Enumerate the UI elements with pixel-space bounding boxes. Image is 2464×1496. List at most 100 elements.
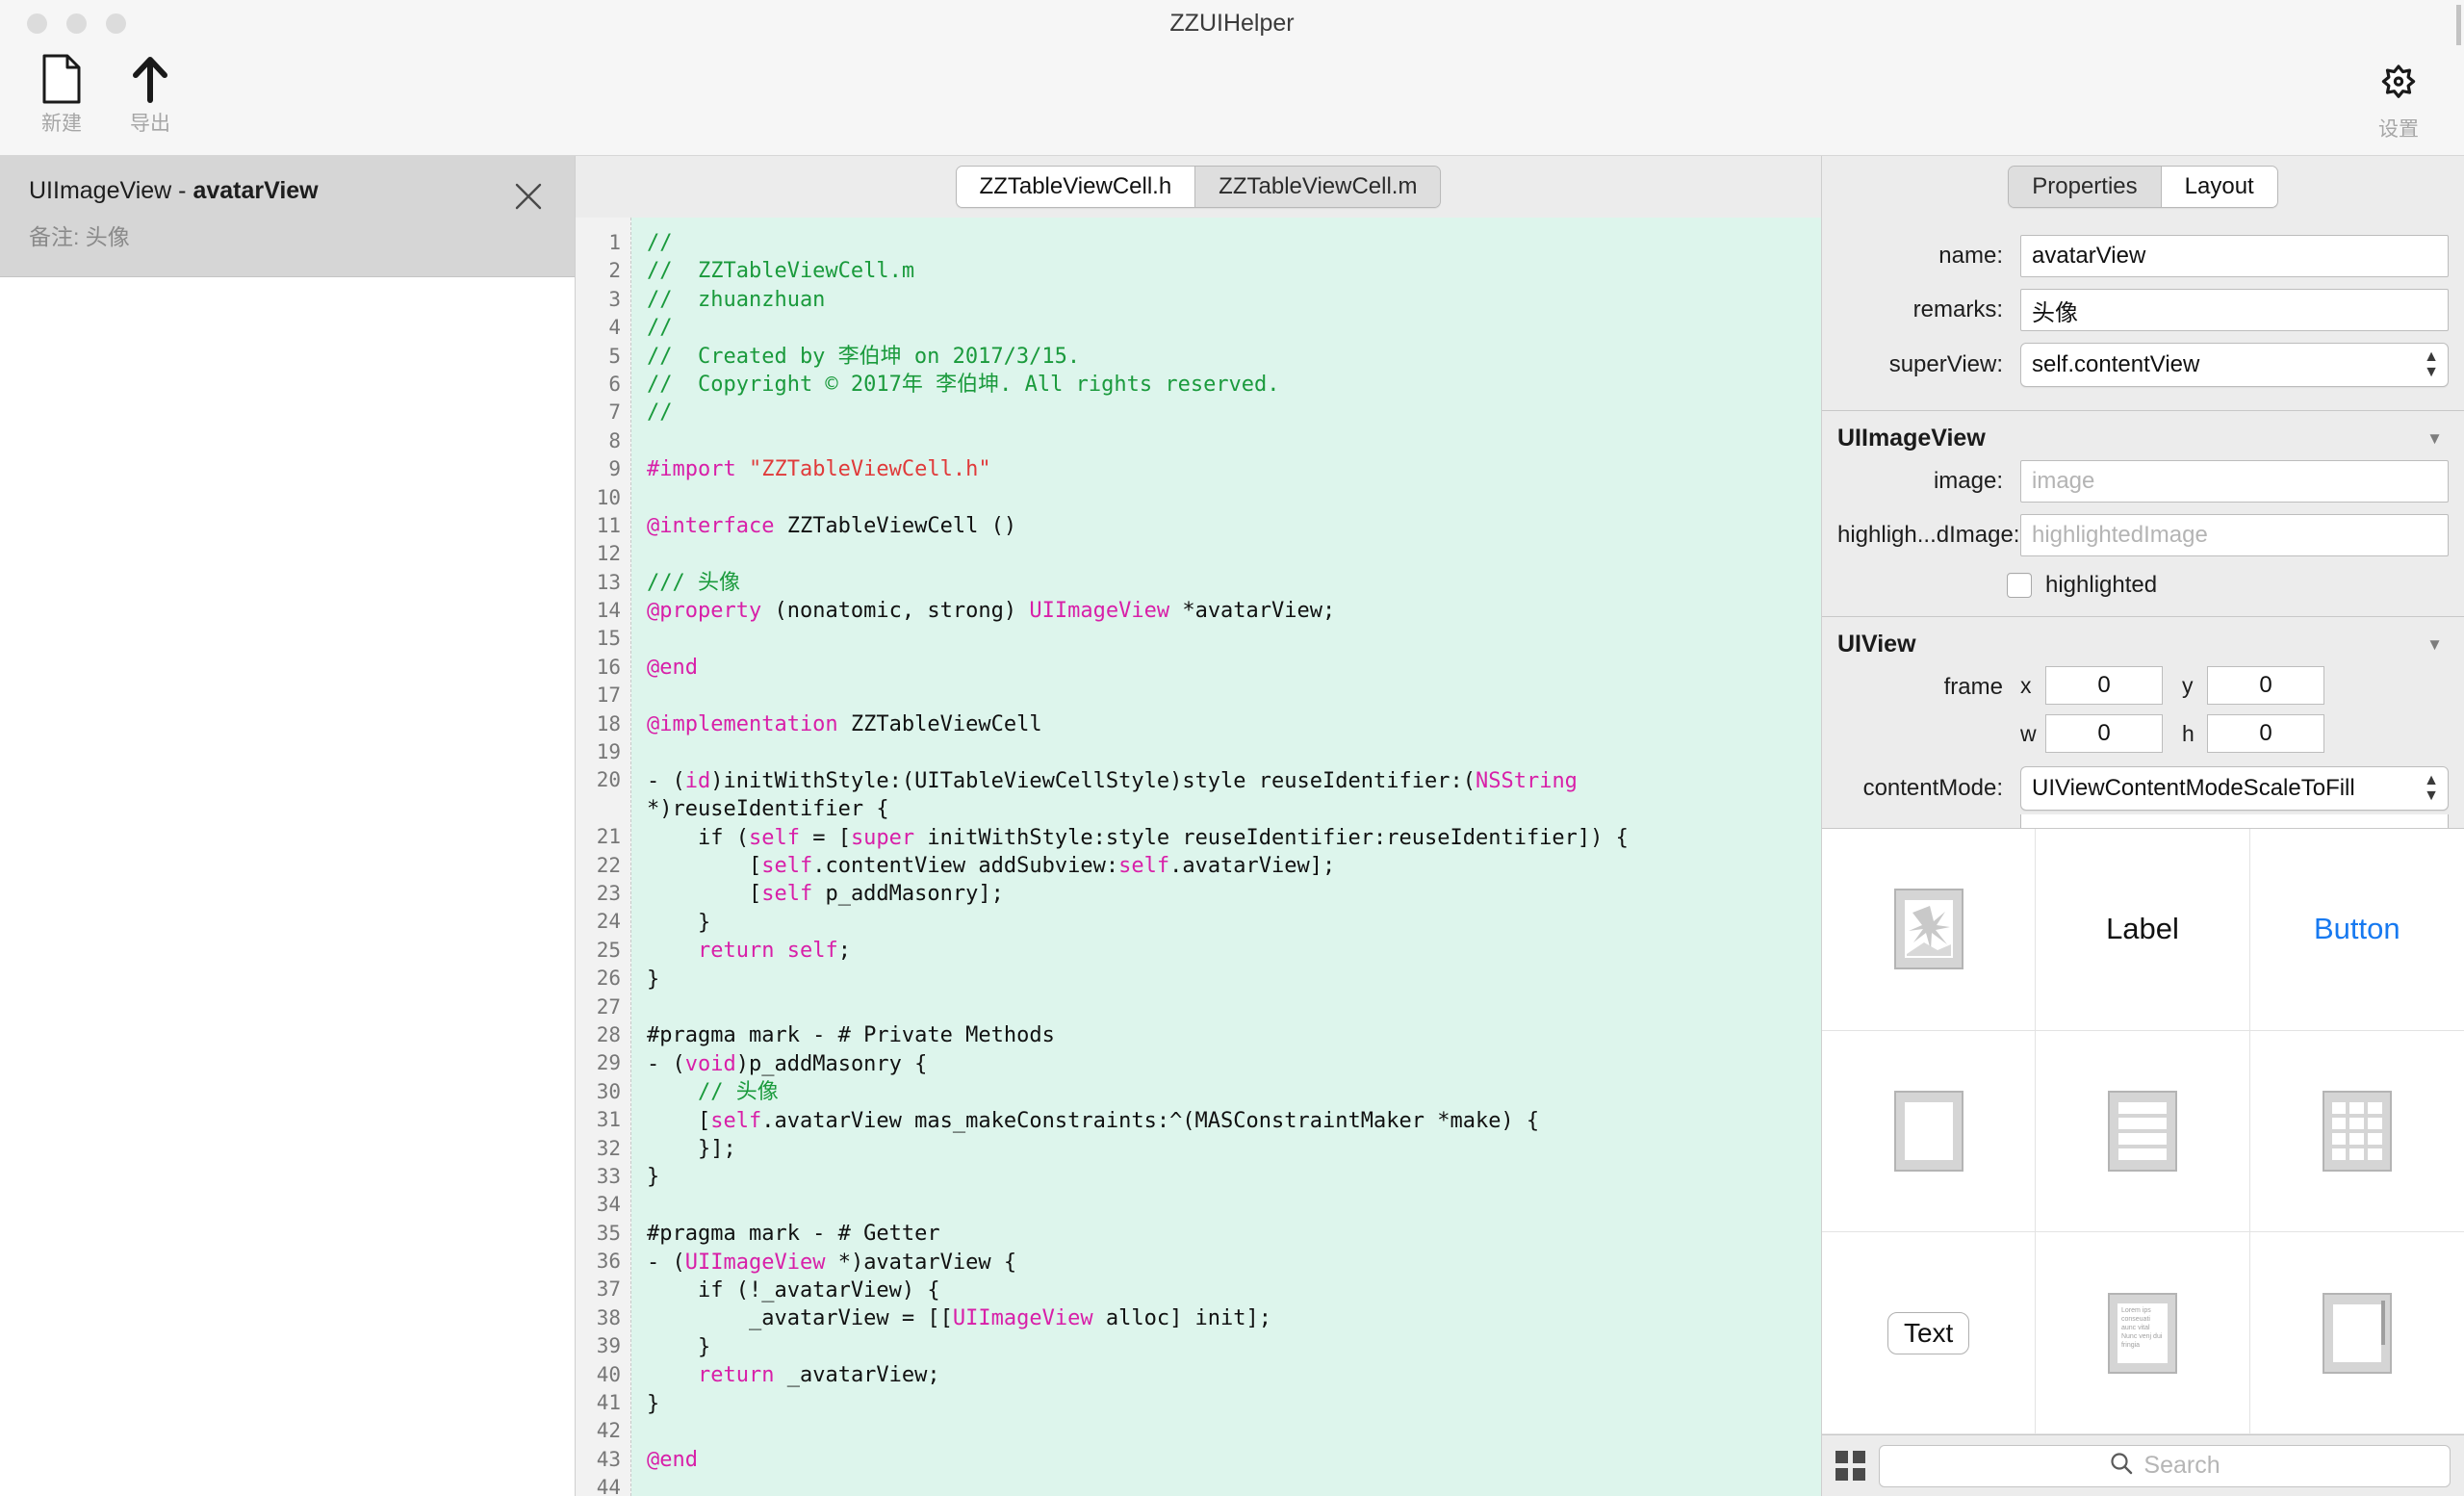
tab-header-file[interactable]: ZZTableViewCell.h xyxy=(957,167,1196,207)
chevron-down-icon[interactable]: ▼ xyxy=(2426,429,2443,449)
settings-button-inner[interactable]: 设置 xyxy=(2354,52,2443,142)
remarks-input[interactable]: 头像 xyxy=(2020,289,2449,331)
chevron-down-icon-2[interactable]: ▼ xyxy=(2426,635,2443,655)
traffic-lights xyxy=(27,13,126,34)
highlighted-checkbox-row[interactable]: highlighted xyxy=(1837,568,2449,605)
new-file-button[interactable]: 新建 xyxy=(17,46,106,137)
minimize-window-button[interactable] xyxy=(66,13,87,34)
highlighted-image-input[interactable]: highlightedImage xyxy=(2020,514,2449,556)
line-number: 29 xyxy=(576,1049,621,1077)
superview-row: superView: self.contentView ▲▼ xyxy=(1837,343,2449,387)
palette-cell-collectionview[interactable] xyxy=(2250,1031,2464,1233)
palette-cell-button[interactable]: Button xyxy=(2250,829,2464,1031)
palette-cell-view[interactable] xyxy=(1822,1031,2036,1233)
line-number: 20 xyxy=(576,766,621,794)
image-input[interactable]: image xyxy=(2020,460,2449,503)
line-number: . xyxy=(576,795,621,823)
name-input[interactable]: avatarView xyxy=(2020,235,2449,277)
frame-x-label: x xyxy=(2020,673,2045,699)
palette-cell-textview[interactable]: Lorem ips conseuati aunc vital Nunc venj… xyxy=(2036,1232,2249,1434)
line-number: 5 xyxy=(576,343,621,371)
line-number: 40 xyxy=(576,1361,621,1389)
code-editor-pane: ZZTableViewCell.h ZZTableViewCell.m 1234… xyxy=(576,156,1822,1496)
plain-view-icon xyxy=(1894,1091,1964,1172)
line-number: 31 xyxy=(576,1106,621,1134)
superview-value: self.contentView xyxy=(2032,351,2199,378)
frame-x-input[interactable]: 0 xyxy=(2045,666,2163,705)
frame-y-label: y xyxy=(2182,673,2207,699)
line-number: 7 xyxy=(576,399,621,426)
stepper-chevrons-icon: ▲▼ xyxy=(2424,349,2439,380)
editor-tabbar: ZZTableViewCell.h ZZTableViewCell.m xyxy=(576,156,1821,218)
new-file-label: 新建 xyxy=(41,108,82,137)
frame-y-input[interactable]: 0 xyxy=(2207,666,2324,705)
zoom-window-button[interactable] xyxy=(106,13,126,34)
palette-bottom-bar: Search xyxy=(1822,1434,2464,1496)
line-number: 26 xyxy=(576,965,621,993)
picture-placeholder-icon xyxy=(1894,889,1964,969)
highlighted-image-label: highligh...dImage: xyxy=(1837,522,2020,549)
line-number: 34 xyxy=(576,1191,621,1219)
line-number-gutter: 1234567891011121314151617181920.21222324… xyxy=(576,218,631,1496)
view-list-sidebar: UIImageView - avatarView 备注: 头像 xyxy=(0,156,576,1496)
line-number: 17 xyxy=(576,682,621,709)
line-number: 19 xyxy=(576,738,621,766)
palette-cell-textfield[interactable]: Text xyxy=(1822,1232,2036,1434)
line-number: 8 xyxy=(576,427,621,455)
sidebar-empty-area[interactable] xyxy=(0,277,575,1496)
contentmode-row: contentMode: UIViewContentModeScaleToFil… xyxy=(1837,766,2449,811)
inspector-tabbar: Properties Layout xyxy=(1822,156,2464,218)
close-window-button[interactable] xyxy=(27,13,47,34)
search-icon xyxy=(2109,1451,2134,1481)
export-button[interactable]: 导出 xyxy=(106,46,194,137)
tab-layout[interactable]: Layout xyxy=(2162,167,2277,207)
source-code[interactable]: // // ZZTableViewCell.m // zhuanzhuan //… xyxy=(631,218,1821,1496)
frame-h-input[interactable]: 0 xyxy=(2207,714,2324,753)
name-row: name: avatarView xyxy=(1837,235,2449,277)
palette-search-input[interactable]: Search xyxy=(1879,1445,2451,1487)
frame-h-label: h xyxy=(2182,721,2207,747)
line-number: 42 xyxy=(576,1417,621,1445)
line-number: 18 xyxy=(576,710,621,738)
tab-implementation-file[interactable]: ZZTableViewCell.m xyxy=(1195,167,1440,207)
image-row: image: image xyxy=(1837,460,2449,503)
close-x-icon[interactable] xyxy=(513,181,544,212)
palette-cell-tableview[interactable] xyxy=(2036,1031,2249,1233)
palette-cell-scrollview[interactable] xyxy=(2250,1232,2464,1434)
remarks-row: remarks: 头像 xyxy=(1837,289,2449,331)
frame-xy-line: x 0 y 0 xyxy=(2020,666,2449,705)
sidebar-item-avatarview[interactable]: UIImageView - avatarView 备注: 头像 xyxy=(0,156,575,277)
table-rows-icon xyxy=(2108,1091,2177,1172)
line-number: 1 xyxy=(576,229,621,257)
code-area[interactable]: 1234567891011121314151617181920.21222324… xyxy=(576,218,1821,1496)
remarks-label: remarks: xyxy=(1837,297,2020,323)
line-number: 41 xyxy=(576,1389,621,1417)
toolbar: 新建 导出 设置 xyxy=(0,46,2464,156)
settings-button[interactable]: 设置 xyxy=(2354,52,2443,142)
line-number: 27 xyxy=(576,993,621,1021)
stepper-chevrons-icon-2: ▲▼ xyxy=(2424,773,2439,804)
frame-grid: x 0 y 0 w 0 h 0 xyxy=(2020,666,2449,762)
line-number: 39 xyxy=(576,1332,621,1360)
highlighted-checkbox[interactable] xyxy=(2007,573,2032,598)
frame-wh-line: w 0 h 0 xyxy=(2020,714,2449,753)
palette-cell-label[interactable]: Label xyxy=(2036,829,2249,1031)
line-number: 14 xyxy=(576,597,621,625)
scrollbar-icon xyxy=(2323,1293,2392,1374)
inspector-tab-segment: Properties Layout xyxy=(2008,166,2277,208)
contentmode-select[interactable]: UIViewContentModeScaleToFill ▲▼ xyxy=(2020,766,2449,811)
clipped-select[interactable] xyxy=(2020,814,2449,828)
grid-toggle-icon[interactable] xyxy=(1835,1451,1865,1481)
section-header-uiview[interactable]: UIView ▼ xyxy=(1822,617,2464,664)
title-bar: ZZUIHelper xyxy=(0,0,2464,46)
tab-properties[interactable]: Properties xyxy=(2009,167,2161,207)
section-header-uiimageview[interactable]: UIImageView ▼ xyxy=(1822,411,2464,458)
line-number: 4 xyxy=(576,314,621,342)
palette-cell-imageview[interactable] xyxy=(1822,829,2036,1031)
widget-palette: Label Button xyxy=(1822,828,2464,1434)
frame-w-input[interactable]: 0 xyxy=(2045,714,2163,753)
superview-select[interactable]: self.contentView ▲▼ xyxy=(2020,343,2449,387)
superview-label: superView: xyxy=(1837,351,2020,378)
search-placeholder-text: Search xyxy=(2143,1452,2220,1480)
export-up-arrow-icon xyxy=(130,52,170,106)
